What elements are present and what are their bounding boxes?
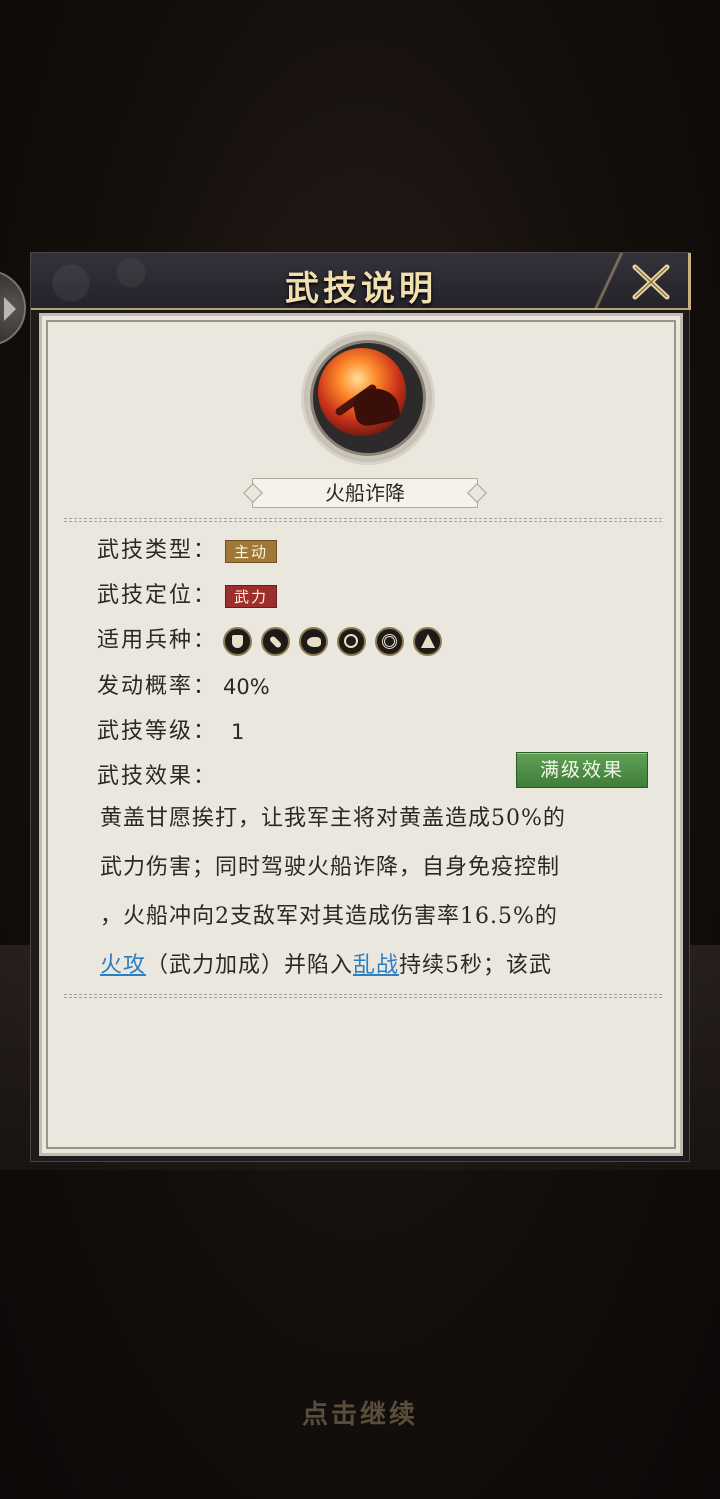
- skill-position-label: 武技定位：: [97, 583, 218, 608]
- skill-level-label: 武技等级：: [97, 719, 218, 744]
- skill-position-badge: 武力: [225, 584, 278, 608]
- unit-types-label: 适用兵种：: [97, 628, 218, 653]
- divider-top: [64, 518, 662, 522]
- skill-name: 火船诈降: [252, 478, 478, 508]
- chevron-right-icon: [4, 297, 16, 321]
- dialog-title: 武技说明: [285, 269, 437, 309]
- unit-types-row: 适用兵种：: [97, 626, 451, 656]
- wheel-unit-icon: [375, 626, 405, 656]
- side-arrow-button[interactable]: [0, 270, 26, 346]
- skill-dialog: 武技说明 火船诈降 武技类型： 主动 武技定位： 武力 适用兵种： 发动概率： …: [30, 252, 691, 1162]
- cavalry-unit-icon: [299, 626, 329, 656]
- skill-type-row: 武技类型： 主动: [97, 536, 278, 566]
- skill-level-value: 1: [231, 720, 245, 744]
- skill-level-row: 武技等级： 1: [97, 717, 244, 747]
- shield-unit-icon: [223, 626, 253, 656]
- max-level-effect-button[interactable]: 满级效果: [516, 752, 648, 788]
- bow-unit-icon: [337, 626, 367, 656]
- spear-unit-icon: [261, 626, 291, 656]
- skill-effect-label: 武技效果：: [97, 764, 218, 789]
- skill-position-row: 武技定位： 武力: [97, 581, 278, 611]
- skill-icon-figure: [350, 383, 402, 429]
- fire-attack-link[interactable]: 火攻: [100, 953, 146, 978]
- skill-type-label: 武技类型：: [97, 538, 218, 563]
- skill-fire-ship-icon: [304, 334, 432, 462]
- close-button[interactable]: [629, 259, 673, 303]
- description-line-4-mid: （武力加成）并陷入: [146, 953, 354, 978]
- close-icon: [632, 264, 670, 300]
- trigger-chance-row: 发动概率： 40%: [97, 672, 270, 702]
- skill-effect-row: 武技效果：: [97, 762, 217, 792]
- description-line-3: ，火船冲向2支敌军对其造成伤害率16.5%的: [100, 904, 558, 929]
- skill-icon-core: [318, 348, 406, 436]
- skill-type-badge: 主动: [225, 539, 278, 563]
- description-line-1: 黄盖甘愿挨打，让我军主将对黄盖造成50%的: [100, 806, 566, 831]
- trigger-chance-value: 40%: [223, 675, 270, 699]
- dialog-content: 火船诈降 武技类型： 主动 武技定位： 武力 适用兵种： 发动概率： 40% 武…: [39, 313, 683, 1156]
- divider-bottom: [64, 994, 662, 998]
- trigger-chance-label: 发动概率：: [97, 674, 218, 699]
- description-line-4: 火攻（武力加成）并陷入乱战持续5秒；该武: [100, 941, 640, 990]
- description-line-4-end: 持续5秒；该武: [399, 953, 553, 978]
- dialog-header: 武技说明: [31, 253, 691, 310]
- description-line-2: 武力伤害；同时驾驶火船诈降，自身免疫控制: [100, 855, 561, 880]
- chaos-link[interactable]: 乱战: [353, 953, 399, 978]
- ship-unit-icon: [413, 626, 443, 656]
- skill-description: 黄盖甘愿挨打，让我军主将对黄盖造成50%的 武力伤害；同时驾驶火船诈降，自身免疫…: [100, 794, 640, 990]
- unit-icons: [223, 626, 451, 656]
- tap-to-continue[interactable]: 点击继续: [0, 1394, 720, 1431]
